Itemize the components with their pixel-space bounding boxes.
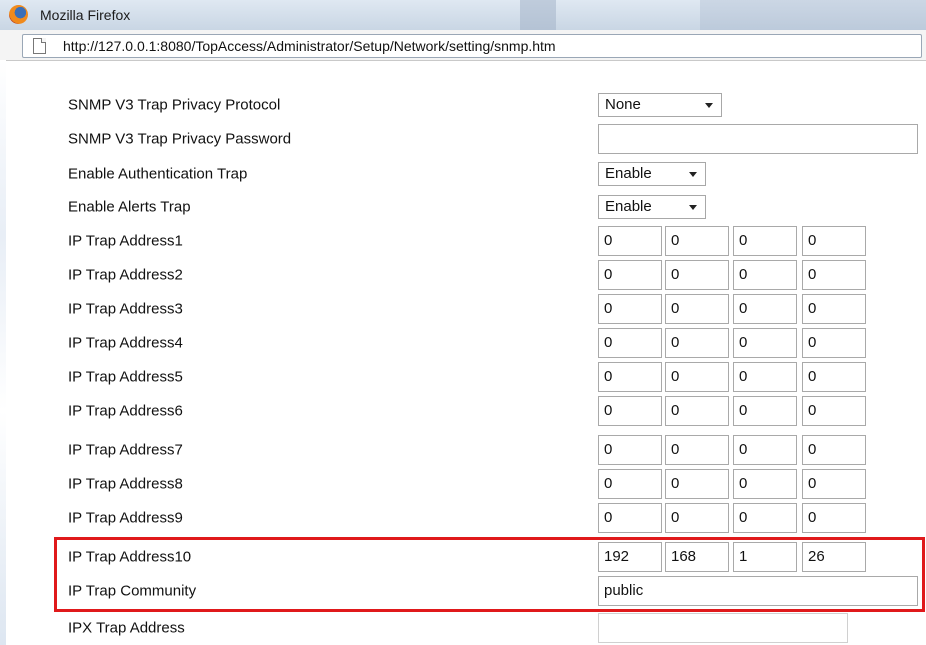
form-row-ip-trap-2: IP Trap Address2 0 0 0 0 (0, 258, 926, 292)
ip-octet-1[interactable]: 0 (598, 226, 662, 256)
ip-trap-label: IP Trap Address8 (68, 475, 183, 493)
alerts-trap-value: Enable (605, 198, 652, 215)
form-row-privacy-protocol: SNMP V3 Trap Privacy Protocol None (0, 88, 926, 122)
ip-octet-3[interactable]: 0 (733, 469, 797, 499)
ip-octet-1[interactable]: 0 (598, 503, 662, 533)
ip-octet-1[interactable]: 0 (598, 362, 662, 392)
ip-octet-2[interactable]: 0 (665, 469, 729, 499)
form-row-ip-trap-5: IP Trap Address5 0 0 0 0 (0, 360, 926, 394)
ip-octet-3[interactable]: 0 (733, 260, 797, 290)
ip-octet-3[interactable]: 0 (733, 328, 797, 358)
ip-trap-label: IP Trap Address1 (68, 232, 183, 250)
ip-octet-2[interactable]: 0 (665, 226, 729, 256)
form-row-auth-trap: Enable Authentication Trap Enable (0, 157, 926, 191)
ip-trap-label: IP Trap Address4 (68, 334, 183, 352)
ip-octet-4[interactable]: 0 (802, 260, 866, 290)
window-title: Mozilla Firefox (40, 7, 131, 23)
ip-octet-1[interactable]: 0 (598, 469, 662, 499)
community-input[interactable]: public (598, 576, 918, 606)
ip-octet-3[interactable]: 0 (733, 503, 797, 533)
ip-octet-2[interactable]: 0 (665, 435, 729, 465)
privacy-protocol-select[interactable]: None (598, 93, 722, 117)
ip-octet-1[interactable]: 192 (598, 542, 662, 572)
ip-octet-2[interactable]: 0 (665, 503, 729, 533)
ip-trap-label: IP Trap Address6 (68, 402, 183, 420)
auth-trap-value: Enable (605, 165, 652, 182)
ip-octet-3[interactable]: 0 (733, 226, 797, 256)
form-row-alerts-trap: Enable Alerts Trap Enable (0, 190, 926, 224)
ip-octet-4[interactable]: 0 (802, 226, 866, 256)
form-row-ip-trap-3: IP Trap Address3 0 0 0 0 (0, 292, 926, 326)
ip-octet-1[interactable]: 0 (598, 328, 662, 358)
ip-octet-3[interactable]: 0 (733, 396, 797, 426)
url-field[interactable]: http://127.0.0.1:8080/TopAccess/Administ… (22, 34, 922, 58)
ip-octet-4[interactable]: 0 (802, 469, 866, 499)
form-row-privacy-password: SNMP V3 Trap Privacy Password (0, 122, 926, 156)
privacy-protocol-value: None (605, 96, 641, 113)
alerts-trap-select[interactable]: Enable (598, 195, 706, 219)
form-row-ip-trap-7: IP Trap Address7 0 0 0 0 (0, 433, 926, 467)
ip-octet-4[interactable]: 0 (802, 328, 866, 358)
ip-octet-4[interactable]: 0 (802, 435, 866, 465)
ip-trap-label: IP Trap Address3 (68, 300, 183, 318)
firefox-icon (9, 5, 28, 24)
ip-trap-label: IP Trap Address2 (68, 266, 183, 284)
privacy-protocol-label: SNMP V3 Trap Privacy Protocol (68, 96, 281, 114)
window-title-bar: Mozilla Firefox (0, 0, 926, 31)
form-row-ip-trap-6: IP Trap Address6 0 0 0 0 (0, 394, 926, 428)
ip-octet-1[interactable]: 0 (598, 260, 662, 290)
ip-octet-4[interactable]: 26 (802, 542, 866, 572)
background-window-blur (700, 0, 926, 30)
privacy-password-input[interactable] (598, 124, 918, 154)
ip-octet-4[interactable]: 0 (802, 294, 866, 324)
ip-octet-2[interactable]: 0 (665, 362, 729, 392)
ip-trap-label: IP Trap Address5 (68, 368, 183, 386)
form-row-ip-trap-10: IP Trap Address10 192 168 1 26 (0, 540, 926, 574)
ip-octet-4[interactable]: 0 (802, 362, 866, 392)
ip-octet-3[interactable]: 0 (733, 362, 797, 392)
address-bar: http://127.0.0.1:8080/TopAccess/Administ… (0, 30, 926, 61)
ip-octet-2[interactable]: 0 (665, 294, 729, 324)
ip-trap-label: IP Trap Address10 (68, 548, 192, 566)
form-row-ip-trap-8: IP Trap Address8 0 0 0 0 (0, 467, 926, 501)
ip-octet-2[interactable]: 0 (665, 260, 729, 290)
community-label: IP Trap Community (68, 582, 197, 600)
auth-trap-label: Enable Authentication Trap (68, 165, 248, 183)
ip-octet-2[interactable]: 168 (665, 542, 729, 572)
auth-trap-select[interactable]: Enable (598, 162, 706, 186)
form-row-ip-trap-4: IP Trap Address4 0 0 0 0 (0, 326, 926, 360)
form-row-ipx-trap: IPX Trap Address (0, 611, 926, 645)
alerts-trap-label: Enable Alerts Trap (68, 198, 191, 216)
form-row-ip-trap-9: IP Trap Address9 0 0 0 0 (0, 501, 926, 535)
page-icon (33, 38, 46, 54)
ipx-trap-input[interactable] (598, 613, 848, 643)
ip-trap-label: IP Trap Address7 (68, 441, 183, 459)
ip-octet-3[interactable]: 1 (733, 542, 797, 572)
ipx-trap-label: IPX Trap Address (68, 619, 185, 637)
ip-octet-3[interactable]: 0 (733, 294, 797, 324)
privacy-password-label: SNMP V3 Trap Privacy Password (68, 130, 292, 148)
url-text[interactable]: http://127.0.0.1:8080/TopAccess/Administ… (63, 38, 556, 54)
form-row-ip-trap-1: IP Trap Address1 0 0 0 0 (0, 224, 926, 258)
form-row-community: IP Trap Community public (0, 574, 926, 608)
ip-octet-3[interactable]: 0 (733, 435, 797, 465)
chevron-down-icon (689, 205, 697, 210)
chevron-down-icon (705, 103, 713, 108)
ip-octet-1[interactable]: 0 (598, 396, 662, 426)
ip-octet-2[interactable]: 0 (665, 396, 729, 426)
ip-octet-1[interactable]: 0 (598, 294, 662, 324)
ip-octet-4[interactable]: 0 (802, 396, 866, 426)
background-window-blur (520, 0, 556, 30)
ip-trap-label: IP Trap Address9 (68, 509, 183, 527)
ip-octet-1[interactable]: 0 (598, 435, 662, 465)
ip-octet-4[interactable]: 0 (802, 503, 866, 533)
ip-octet-2[interactable]: 0 (665, 328, 729, 358)
chevron-down-icon (689, 172, 697, 177)
